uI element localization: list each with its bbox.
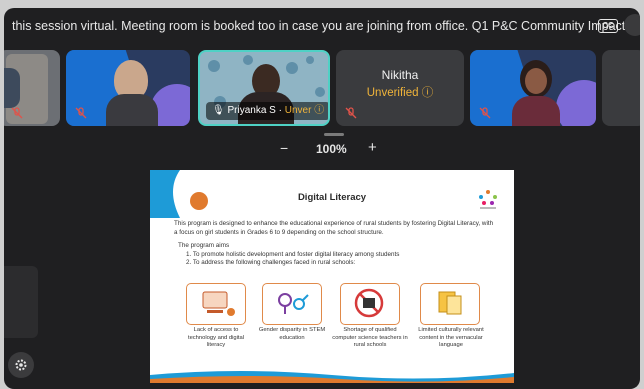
caption-ticker: this session virtual. Meeting room is bo… bbox=[12, 19, 633, 33]
mic-off-icon bbox=[345, 107, 357, 119]
settings-button[interactable] bbox=[8, 352, 34, 378]
zoom-controls: − 100% + bbox=[274, 139, 394, 160]
challenge-label: Shortage of qualified computer science t… bbox=[332, 327, 408, 348]
participant-tile[interactable] bbox=[602, 50, 640, 126]
mic-off-icon bbox=[11, 107, 23, 119]
gender-symbols-icon bbox=[278, 293, 309, 314]
mic-on-icon: 🎙 bbox=[212, 105, 225, 116]
participant-tile[interactable]: Nikitha Unverified ⓘ bbox=[336, 50, 464, 126]
mic-off-icon bbox=[479, 107, 491, 119]
active-speaker-label: 🎙 Priyanka S · Unver ⓘ bbox=[206, 102, 328, 120]
computer-icon bbox=[202, 291, 235, 316]
challenge-card bbox=[262, 283, 322, 325]
aim-item: 1. To promote holistic development and f… bbox=[186, 250, 400, 258]
slide-aims: The program aims 1. To promote holistic … bbox=[178, 242, 488, 268]
participant-strip: 🎙 Priyanka S · Unver ⓘ Nikitha Unverifie… bbox=[4, 50, 640, 126]
info-icon: ⓘ bbox=[421, 87, 434, 99]
mic-off-icon bbox=[75, 107, 87, 119]
challenge-card bbox=[420, 283, 480, 325]
participant-tile-active[interactable]: 🎙 Priyanka S · Unver ⓘ bbox=[198, 50, 330, 126]
meeting-window: this session virtual. Meeting room is bo… bbox=[4, 8, 640, 389]
org-logo-icon bbox=[479, 190, 497, 209]
participant-tile[interactable] bbox=[470, 50, 596, 126]
challenge-label: Limited culturally relevant content in t… bbox=[418, 327, 484, 348]
aims-heading: The program aims bbox=[178, 242, 230, 249]
shared-slide: Digital Literacy This program is designe… bbox=[150, 170, 514, 383]
participant-tile[interactable] bbox=[66, 50, 190, 126]
challenge-label: Lack of access to technology and digital… bbox=[187, 327, 245, 348]
no-teacher-icon bbox=[354, 288, 384, 318]
info-icon: ⓘ bbox=[314, 105, 325, 116]
zoom-level: 100% bbox=[316, 142, 347, 156]
strip-drag-handle[interactable] bbox=[324, 133, 344, 136]
unverified-badge: Unverified ⓘ bbox=[366, 87, 434, 99]
challenge-label: Gender disparity in STEM education bbox=[258, 327, 326, 341]
slide-footer-wave bbox=[150, 371, 514, 383]
side-panel-tab[interactable] bbox=[4, 266, 38, 338]
slide-title: Digital Literacy bbox=[297, 192, 367, 203]
zoom-in-button[interactable]: + bbox=[368, 139, 377, 156]
aim-item: 2. To address the following challenges f… bbox=[186, 259, 356, 266]
participant-name: Nikitha bbox=[381, 68, 419, 82]
documents-icon bbox=[438, 291, 462, 315]
gear-icon bbox=[15, 359, 27, 371]
unverified-badge: Unver bbox=[284, 105, 312, 116]
more-options-button[interactable] bbox=[624, 14, 640, 36]
challenge-card bbox=[340, 283, 400, 325]
participant-tile[interactable] bbox=[4, 50, 60, 126]
slide-intro: This program is designed to enhance the … bbox=[174, 220, 494, 236]
closed-captions-button[interactable]: CC bbox=[598, 19, 618, 33]
challenge-card bbox=[186, 283, 246, 325]
participant-name: Priyanka S bbox=[227, 105, 276, 116]
zoom-out-button[interactable]: − bbox=[280, 140, 288, 156]
